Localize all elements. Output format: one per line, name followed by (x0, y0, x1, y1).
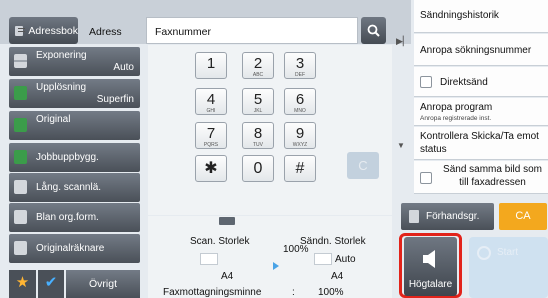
check-status-label: Kontrollera Skicka/Ta emot status (420, 131, 539, 155)
key-hash[interactable]: # (284, 155, 316, 182)
favorite-star-button[interactable]: ★ (9, 270, 36, 298)
call-program-sublabel: Anropa registrerade inst. (420, 115, 492, 122)
speaker-label: Högtalare (408, 279, 453, 290)
exposure-value: Auto (113, 62, 134, 73)
resolution-icon (14, 86, 27, 100)
send-same-image-checkbox[interactable] (420, 172, 432, 184)
scan-paper-value: A4 (221, 271, 234, 282)
collapse-panel-icon[interactable]: ▶▏ (396, 36, 410, 50)
key-7[interactable]: 7 PQRS (195, 122, 227, 149)
key-2[interactable]: 2 ABC (242, 52, 274, 79)
job-build-button[interactable]: Jobbuppbygg. (9, 143, 140, 172)
checkmark-button[interactable]: ✔ (38, 270, 64, 298)
checkmark-icon: ✔ (44, 274, 58, 291)
long-scan-icon (14, 180, 27, 194)
send-same-image-option[interactable]: Sänd samma bild som till faxadressen (414, 161, 548, 194)
direct-send-label: Direktsänd (440, 77, 488, 88)
polling-number-button[interactable]: Anropa sökningsnummer (414, 34, 548, 66)
start-label: Start (497, 247, 519, 258)
mixed-size-original-button[interactable]: Blan org.form. (9, 203, 140, 232)
preview-icon (409, 210, 419, 223)
address-book-button[interactable]: Adressbok (9, 17, 78, 44)
exposure-icon (14, 54, 27, 68)
preview-label: Förhandsgr. (426, 211, 480, 222)
address-book-label: Adressbok (28, 24, 78, 37)
long-scan-label: Lång. scannlä. (36, 182, 102, 193)
job-build-label: Jobbuppbygg. (36, 152, 99, 163)
direct-send-option[interactable]: Direktsänd (414, 67, 548, 97)
scan-paper-icon (200, 253, 218, 265)
address-label: Adress (89, 26, 122, 38)
key-4[interactable]: 4 GHI (195, 88, 227, 115)
search-icon (367, 24, 380, 37)
send-paper-value: A4 (331, 271, 344, 282)
original-count-label: Originalräknare (36, 243, 105, 254)
check-send-receive-status-button[interactable]: Kontrollera Skicka/Ta emot status (414, 127, 548, 160)
key-star[interactable]: ✱ (195, 155, 227, 182)
key-5[interactable]: 5 JKL (242, 88, 274, 115)
key-1[interactable]: 1 (195, 52, 227, 79)
transmission-history-button[interactable]: Sändningshistorik (414, 0, 548, 33)
resolution-label: Upplösning (36, 82, 87, 93)
direct-send-checkbox[interactable] (420, 76, 432, 88)
address-book-icon (15, 25, 26, 36)
key-8[interactable]: 8 TUV (242, 122, 274, 149)
send-size-value: Auto (335, 254, 356, 265)
original-count-icon (14, 241, 27, 255)
job-build-icon (14, 150, 27, 164)
key-0[interactable]: 0 (242, 155, 274, 182)
speaker-button[interactable]: Högtalare (404, 237, 457, 296)
send-paper-icon (314, 253, 332, 265)
send-size-label: Sändn. Storlek (300, 236, 366, 247)
speaker-icon (423, 250, 435, 268)
original-button[interactable]: Original (9, 111, 140, 140)
scroll-down-icon[interactable]: ▼ (397, 141, 408, 152)
ratio-value: 100% (283, 244, 309, 255)
transmission-history-label: Sändningshistorik (420, 10, 499, 21)
star-icon: ★ (15, 274, 30, 291)
key-3[interactable]: 3 DEF (284, 52, 316, 79)
send-same-image-label: Sänd samma bild som till faxadressen (443, 164, 542, 188)
polling-number-label: Anropa sökningsnummer (420, 45, 532, 56)
clear-all-button[interactable]: CA (499, 203, 547, 230)
scanner-icon (219, 217, 235, 225)
exposure-button[interactable]: Exponering Auto (9, 47, 140, 76)
mixed-size-label: Blan org.form. (36, 212, 99, 223)
search-button[interactable] (361, 17, 386, 44)
fax-memory-separator: : (292, 287, 295, 298)
call-program-label: Anropa program (420, 102, 493, 113)
scan-size-label: Scan. Storlek (190, 236, 250, 247)
original-icon (14, 118, 27, 132)
other-button[interactable]: Övrigt (66, 270, 140, 298)
clear-key[interactable]: C (347, 152, 379, 179)
fax-memory-label: Faxmottagningsminne (163, 287, 262, 298)
start-icon (477, 246, 491, 260)
original-label: Original (36, 114, 71, 125)
preview-button[interactable]: Förhandsgr. (401, 203, 494, 230)
call-program-button[interactable]: Anropa program Anropa registrerade inst. (414, 98, 548, 126)
exposure-label: Exponering (36, 50, 87, 61)
arrow-right-icon (273, 262, 279, 270)
key-9[interactable]: 9 WXYZ (284, 122, 316, 149)
fax-number-input[interactable]: Faxnummer (146, 17, 358, 44)
original-count-button[interactable]: Originalräknare (9, 234, 140, 263)
long-scan-button[interactable]: Lång. scannlä. (9, 173, 140, 202)
start-button[interactable]: Start (469, 237, 548, 298)
resolution-button[interactable]: Upplösning Superfin (9, 79, 140, 108)
fax-memory-value: 100% (318, 287, 344, 298)
key-6[interactable]: 6 MNO (284, 88, 316, 115)
mixed-size-icon (14, 210, 27, 224)
resolution-value: Superfin (96, 94, 134, 105)
